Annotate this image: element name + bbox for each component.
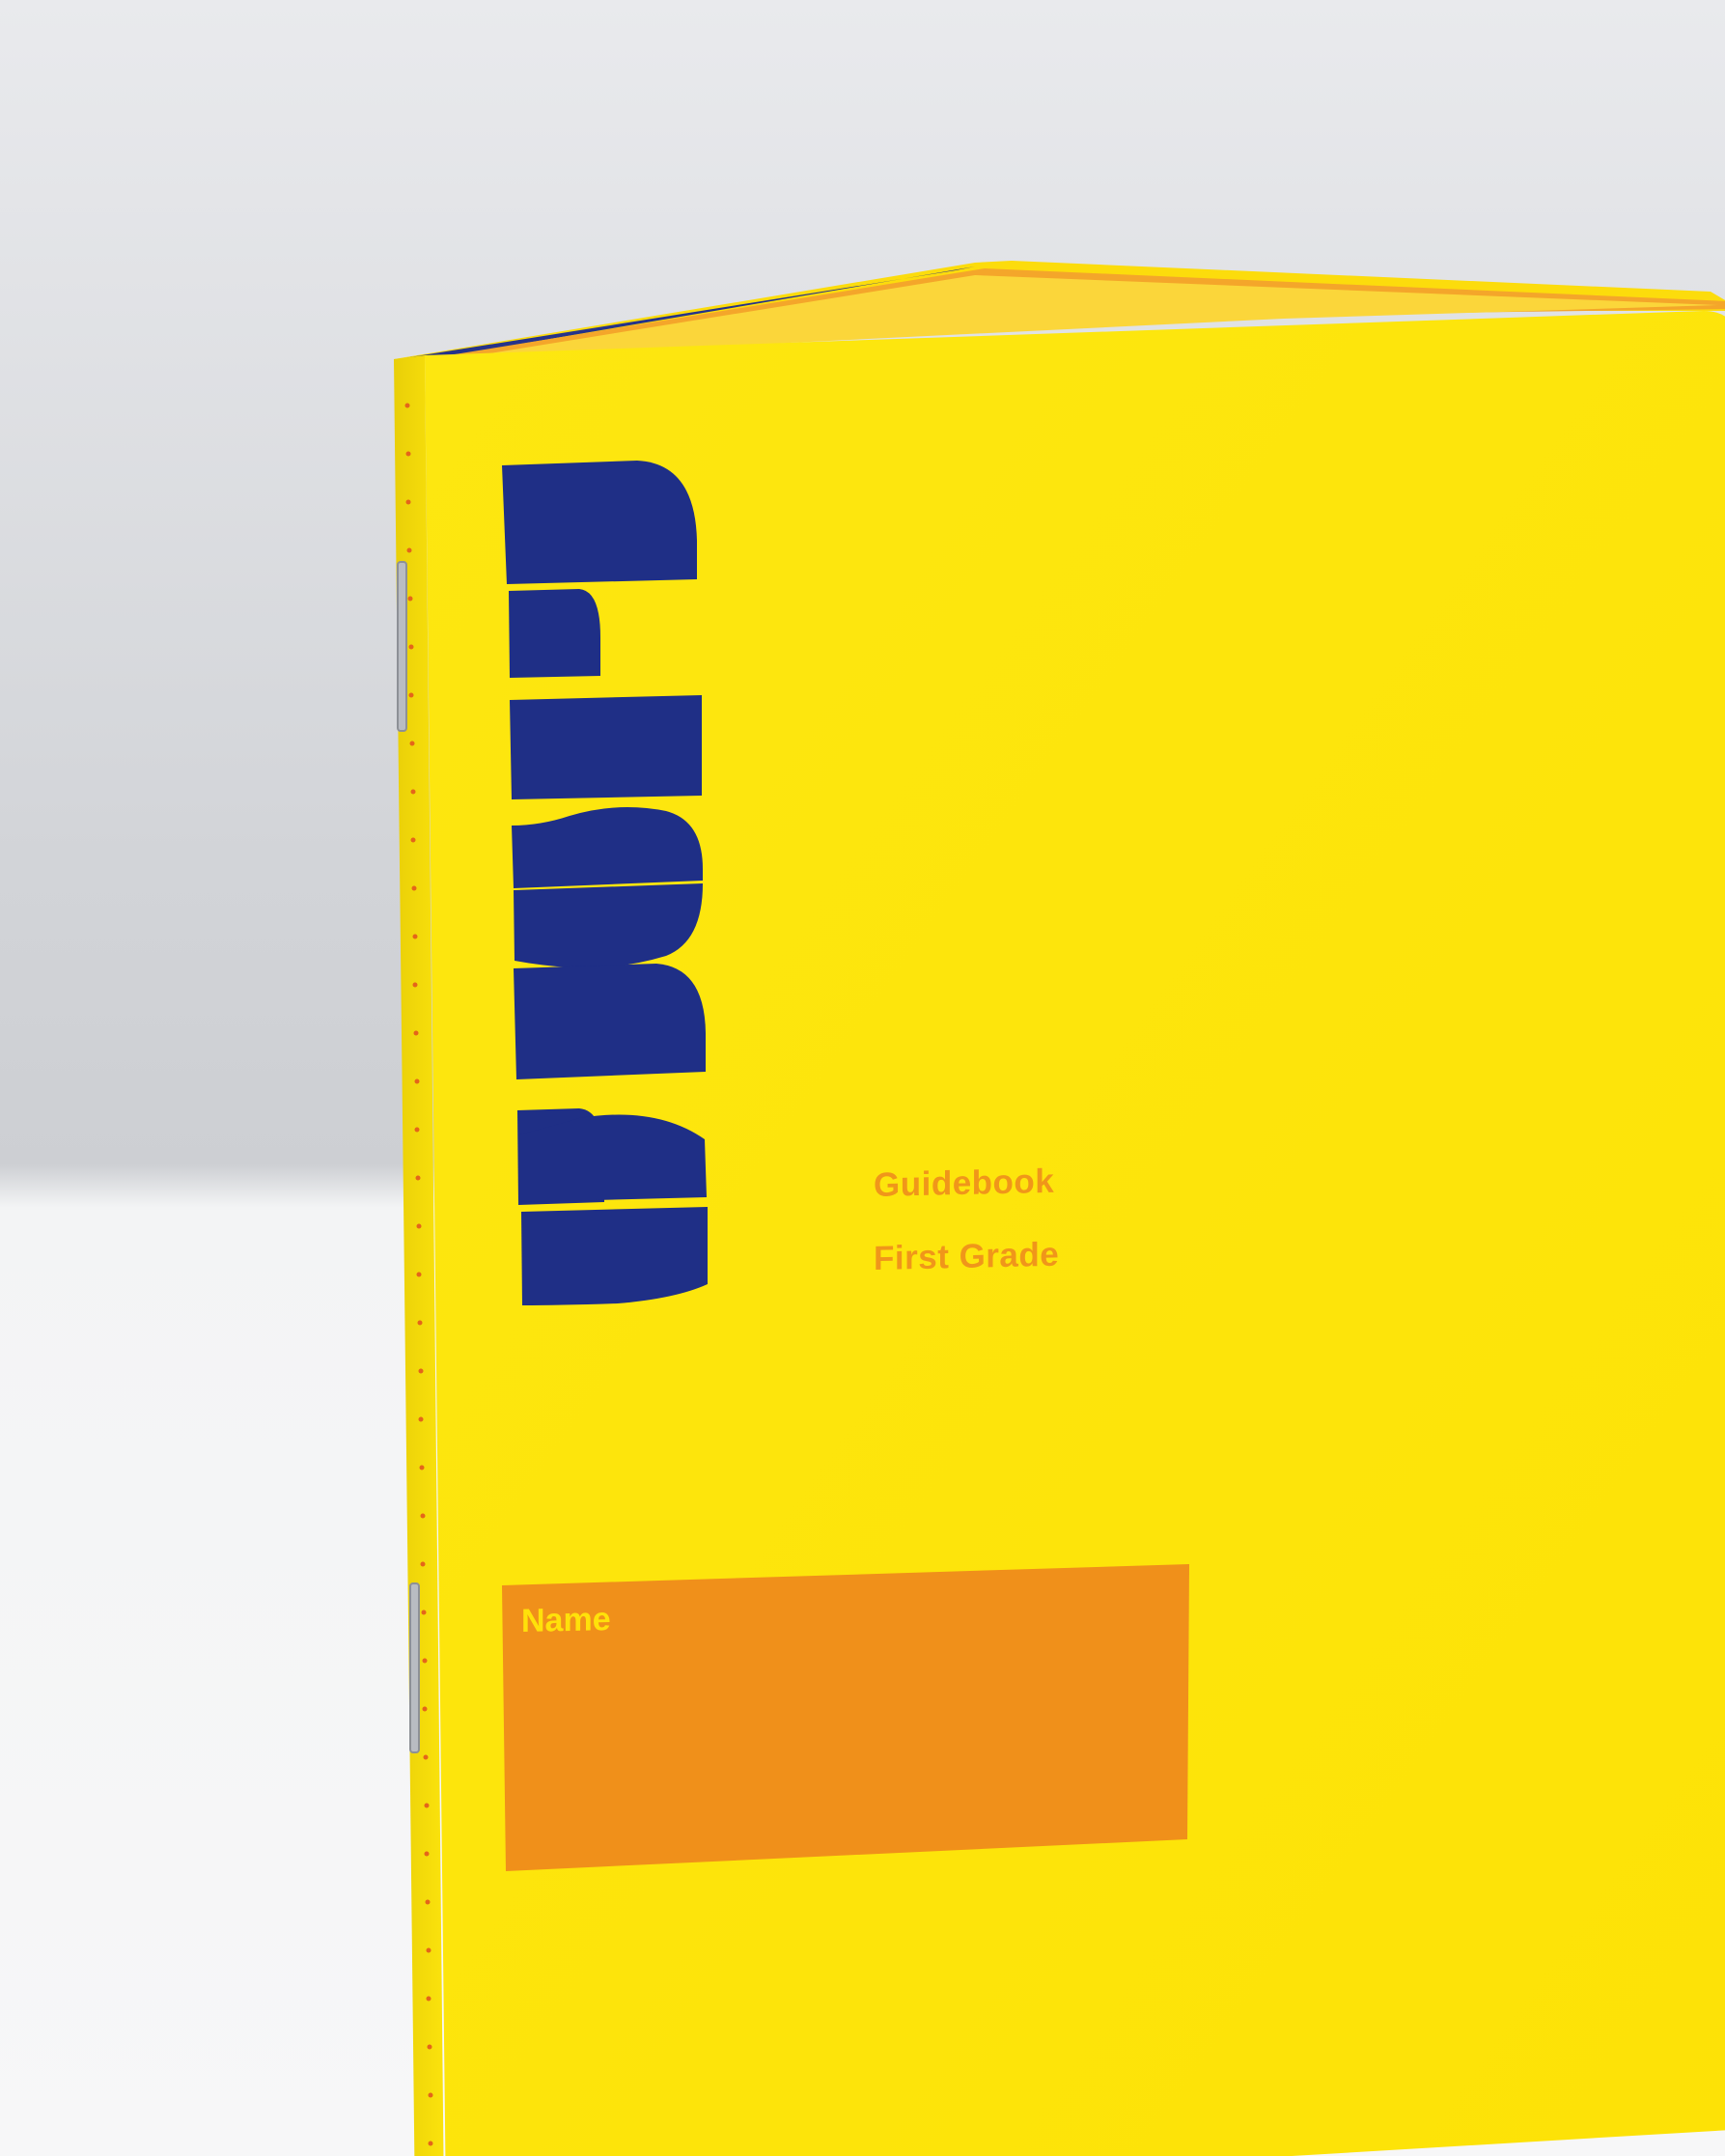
logo-shape-3 (510, 695, 702, 799)
photo-scene: Guidebook First Grade Name (0, 0, 1725, 2156)
logo-shape-2 (509, 589, 600, 678)
logo-shape-9 (518, 1114, 707, 1202)
guidebook-title: Guidebook (874, 1162, 1055, 1204)
logo-shape-6 (514, 964, 706, 1079)
grade-label: First Grade (874, 1235, 1060, 1277)
name-label: Name (521, 1601, 611, 1639)
booklet (394, 261, 1725, 2156)
logo-shape-1 (502, 461, 697, 584)
